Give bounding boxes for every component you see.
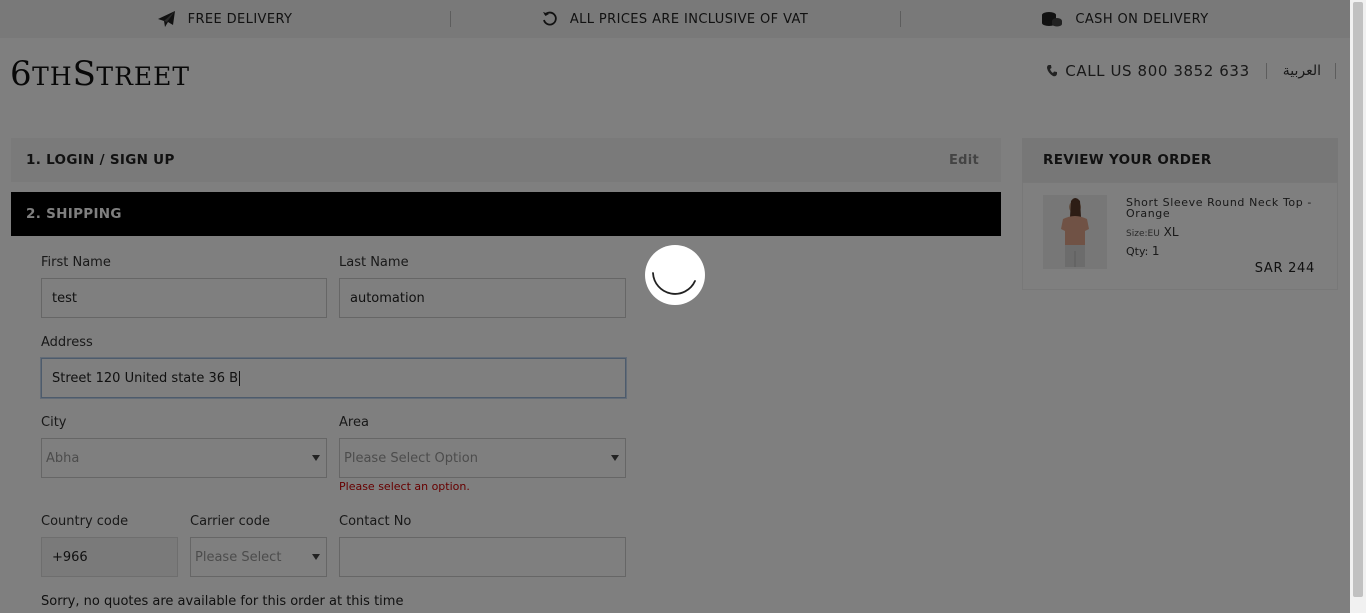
spinner-icon: [652, 272, 696, 295]
loading-overlay: [0, 0, 1350, 613]
loading-spinner: [645, 245, 705, 305]
scrollbar-thumb[interactable]: [1353, 2, 1363, 597]
vertical-scrollbar[interactable]: [1350, 0, 1366, 613]
